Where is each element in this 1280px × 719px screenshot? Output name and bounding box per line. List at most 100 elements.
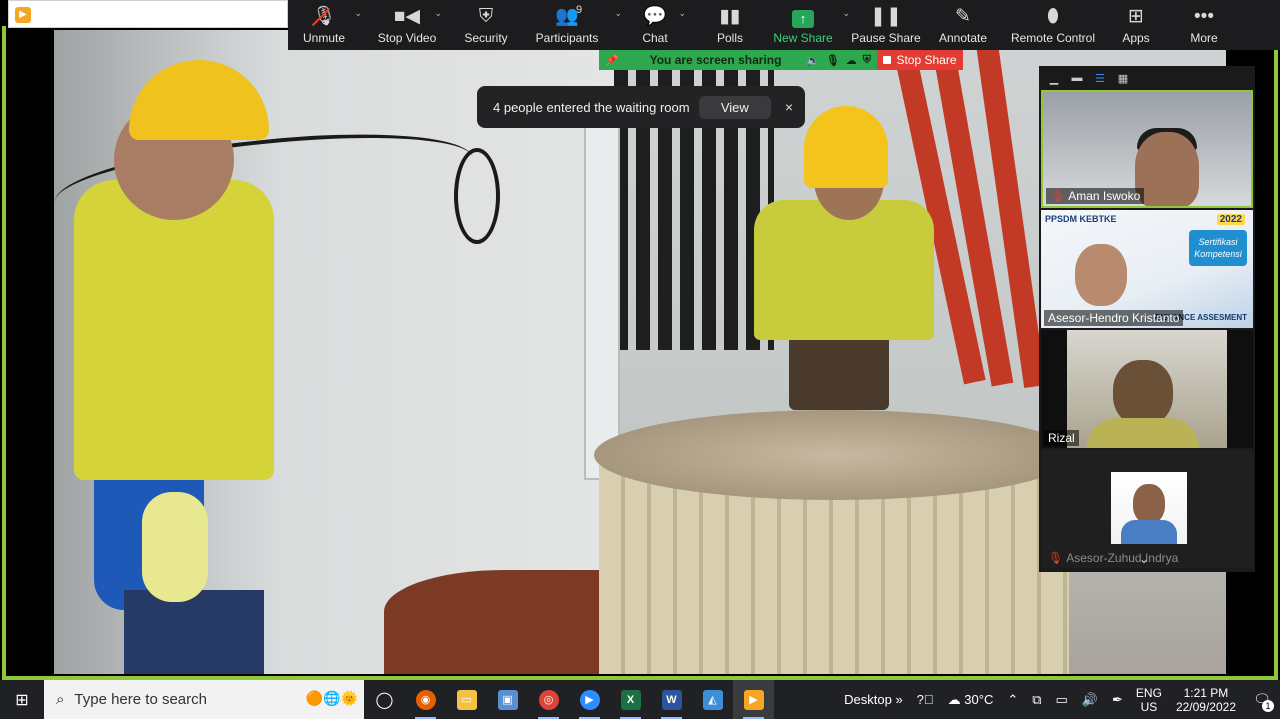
polls-button[interactable]: ▮▮ Polls [694, 0, 766, 50]
pipe [584, 120, 620, 480]
meet-now-icon[interactable]: ⧉ [1025, 680, 1048, 719]
grid-view-icon[interactable]: ▦ [1116, 72, 1130, 85]
search-highlight-icon[interactable]: 🟠🌐🌞 [306, 690, 358, 707]
windows-taskbar: ⊞ ⌕ Type here to search 🟠🌐🌞 ◯ ◉ ▭ ▣ ◎ ▶ … [0, 680, 1280, 719]
pen-icon[interactable]: ✒ [1105, 680, 1130, 719]
taskbar-app-photos[interactable]: ▣ [487, 680, 528, 719]
notification-count: 1 [1262, 700, 1274, 712]
taskbar-app-word[interactable]: W [651, 680, 692, 719]
chevron-up-icon[interactable]: ⌃ [1000, 680, 1025, 719]
taskbar-app-excel[interactable]: X [610, 680, 651, 719]
help-icon[interactable]: ?⃝ [910, 680, 941, 719]
participant-name: Asesor-Zuhud Indrya [1066, 551, 1179, 565]
participant-video [1135, 132, 1199, 206]
taskbar-app-media-player[interactable]: ▶ [733, 680, 774, 719]
chevron-down-icon[interactable]: ⌄ [678, 8, 686, 19]
chat-button[interactable]: 💬 ⌄ Chat [616, 0, 694, 50]
virtual-background-card: Sertifikasi Kompetensi [1189, 230, 1247, 266]
unmute-button[interactable]: 🎙 ⌄ Unmute [288, 0, 362, 50]
input-language[interactable]: ENG US [1130, 686, 1168, 714]
transformer-top [594, 410, 1074, 500]
speaker-icon[interactable]: 🔊 [1075, 680, 1105, 719]
profile-photo-shirt [1121, 520, 1177, 544]
close-icon[interactable]: × [785, 99, 793, 115]
apps-button[interactable]: ⊞ Apps [1112, 0, 1160, 50]
chevron-down-icon[interactable]: ⌄ [434, 8, 442, 19]
weather-widget[interactable]: ☁ 30°C [941, 680, 1001, 719]
black-cables [614, 30, 774, 350]
new-share-button[interactable]: ↑ ⌄ New Share [766, 0, 850, 50]
start-button[interactable]: ⊞ [0, 680, 44, 719]
more-dots-icon: ••• [1194, 6, 1214, 27]
sharing-status-icons: 🔈 🎙 ☁ ⛨ [806, 54, 871, 67]
notification-center-button[interactable]: 🗨 1 [1244, 680, 1280, 719]
worker-2-helmet [804, 106, 888, 188]
battery-icon[interactable]: ▭ [1049, 680, 1075, 719]
security-button[interactable]: ⛨ Security [454, 0, 518, 50]
taskbar-app-paint[interactable]: ◭ [692, 680, 733, 719]
more-button[interactable]: ••• More [1160, 0, 1248, 50]
taskbar-app-chrome[interactable]: ◎ [528, 680, 569, 719]
participant-tile[interactable]: 🎙 Aman Iswoko [1041, 90, 1253, 208]
minimized-app-window[interactable]: ▶ [8, 0, 288, 28]
taskbar-app-firefox[interactable]: ◉ [405, 680, 446, 719]
picture-icon: ◭ [702, 689, 723, 710]
clock[interactable]: 1:21 PM 22/09/2022 [1168, 686, 1244, 714]
view-waiting-room-button[interactable]: View [698, 95, 771, 119]
participant-name-label: 🎙 Asesor-Zuhud Indrya [1044, 550, 1182, 566]
strip-view-icon[interactable]: ☰ [1093, 72, 1107, 85]
screen-sharing-status[interactable]: 📌 You are screen sharing 🔈 🎙 ☁ ⛨ [599, 50, 877, 70]
taskbar-search-box[interactable]: ⌕ Type here to search 🟠🌐🌞 [44, 680, 364, 719]
screen: ▶ 🎙 ⌄ Unmute ■◀ ⌄ Stop Video ⛨ Security … [0, 0, 1280, 719]
participant-tile[interactable]: PPSDM KEBTKE 2022 Sertifikasi Kompetensi… [1041, 210, 1253, 328]
microphone-muted-icon: 🎙 [1050, 189, 1066, 203]
desktop-toolbar[interactable]: Desktop » [837, 680, 910, 719]
cloud-icon: ☁ [947, 691, 961, 707]
worker-1-glove [142, 492, 208, 602]
stop-share-button[interactable]: Stop Share [877, 50, 963, 70]
taskbar-app-zoom[interactable]: ▶ [569, 680, 610, 719]
participant-tile[interactable]: Rizal [1041, 330, 1253, 448]
virtual-background-year: 2022 [1216, 214, 1245, 225]
participant-name: Asesor-Hendro Kristanto [1048, 311, 1180, 325]
waiting-room-notification: 4 people entered the waiting room View × [477, 86, 805, 128]
pause-share-label: Pause Share [851, 31, 921, 45]
remote-control-label: Remote Control [1010, 31, 1096, 45]
screen-sharing-bar: 📌 You are screen sharing 🔈 🎙 ☁ ⛨ Stop Sh… [599, 50, 963, 70]
cloud-icon[interactable]: ☁ [846, 54, 857, 67]
participant-body [1087, 418, 1199, 448]
participants-button[interactable]: 👥 9 ⌄ Participants [518, 0, 622, 50]
microphone-icon[interactable]: 🎙 [826, 54, 840, 67]
remote-control-button[interactable]: ⬮ Remote Control [994, 0, 1112, 50]
bar-chart-icon: ▮▮ [719, 6, 741, 27]
participant-tile[interactable]: 🎙 Asesor-Zuhud Indrya [1041, 450, 1253, 568]
stop-video-label: Stop Video [377, 31, 437, 45]
waiting-room-message: 4 people entered the waiting room [493, 99, 690, 115]
speaker-icon[interactable]: 🔈 [806, 54, 820, 67]
participant-video [1075, 244, 1127, 306]
microphone-muted-icon: 🎙 [1048, 551, 1064, 565]
taskbar-app-file-explorer[interactable]: ▭ [446, 680, 487, 719]
sharing-status-text: You are screen sharing [649, 53, 782, 67]
minimize-icon[interactable]: ▁ [1047, 72, 1061, 85]
chevron-down-icon[interactable]: ⌄ [1139, 552, 1149, 566]
virtual-background-logo: PPSDM KEBTKE [1045, 214, 1117, 224]
participant-gallery: ▁ ▬ ☰ ▦ 🎙 Aman Iswoko PPSDM KEBTKE 2022 S… [1039, 66, 1255, 572]
firefox-icon: ◉ [415, 689, 436, 710]
task-view-button[interactable]: ◯ [364, 680, 405, 719]
single-view-icon[interactable]: ▬ [1070, 72, 1084, 84]
pin-icon[interactable]: 📌 [605, 54, 625, 67]
participant-name-label: Rizal [1044, 430, 1079, 446]
pause-share-button[interactable]: ❚❚ Pause Share [840, 0, 932, 50]
participant-count: 9 [576, 4, 583, 16]
participant-name-label: 🎙 Aman Iswoko [1046, 188, 1145, 204]
worker-1-vest [74, 180, 274, 480]
annotate-button[interactable]: ✎ Annotate [932, 0, 994, 50]
meeting-toolbar: 🎙 ⌄ Unmute ■◀ ⌄ Stop Video ⛨ Security 👥 … [288, 0, 1280, 50]
worker-1-legs [124, 590, 264, 674]
chat-bubble-icon: 💬 [643, 6, 667, 27]
shield-icon[interactable]: ⛨ [863, 54, 871, 67]
system-tray: Desktop » ?⃝ ☁ 30°C ⌃ ⧉ ▭ 🔊 ✒ ENG US 1:2… [837, 680, 1280, 719]
apps-icon: ⊞ [1128, 6, 1144, 27]
stop-video-button[interactable]: ■◀ ⌄ Stop Video [360, 0, 454, 50]
